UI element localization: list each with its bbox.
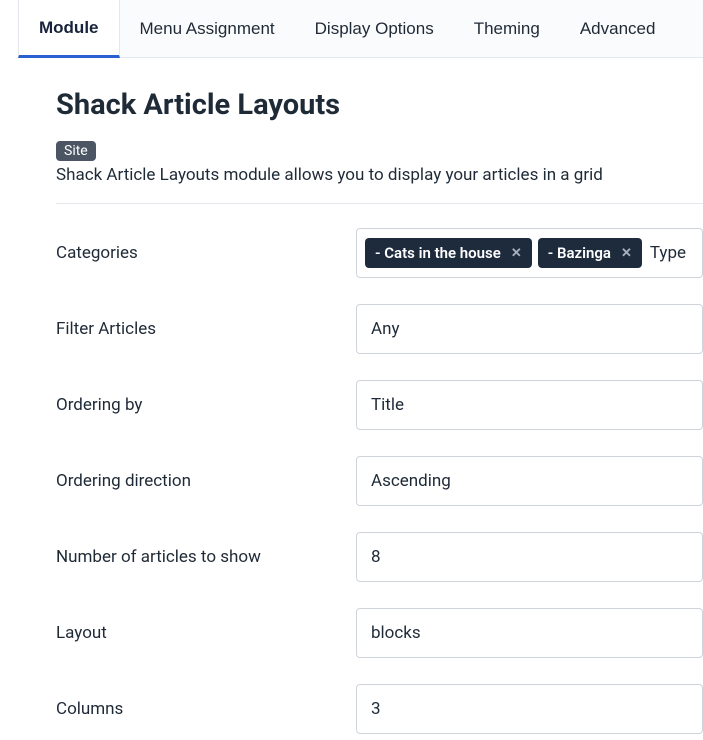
filter-articles-select[interactable]: Any	[356, 304, 703, 354]
ordering-by-select[interactable]: Title	[356, 380, 703, 430]
category-tag: - Cats in the house ✕	[365, 238, 532, 268]
layout-select[interactable]: blocks	[356, 608, 703, 658]
tab-theming[interactable]: Theming	[454, 0, 560, 57]
module-content: Shack Article Layouts Site Shack Article…	[18, 58, 703, 734]
field-row-num-articles: Number of articles to show 8	[56, 532, 703, 582]
close-icon[interactable]: ✕	[511, 246, 522, 261]
columns-select[interactable]: 3	[356, 684, 703, 734]
field-row-filter-articles: Filter Articles Any	[56, 304, 703, 354]
field-label-categories: Categories	[56, 243, 356, 263]
category-tag: - Bazinga ✕	[538, 238, 642, 268]
tab-advanced[interactable]: Advanced	[560, 0, 676, 57]
page-title: Shack Article Layouts	[56, 88, 703, 122]
tab-menu-assignment[interactable]: Menu Assignment	[120, 0, 295, 57]
field-label-filter-articles: Filter Articles	[56, 319, 356, 339]
field-label-columns: Columns	[56, 699, 356, 719]
tab-display-options[interactable]: Display Options	[295, 0, 454, 57]
field-label-ordering-by: Ordering by	[56, 395, 356, 415]
categories-input-placeholder[interactable]: Type	[648, 243, 686, 263]
categories-select[interactable]: - Cats in the house ✕ - Bazinga ✕ Type	[356, 228, 703, 278]
tab-bar: Module Menu Assignment Display Options T…	[18, 0, 703, 58]
field-label-ordering-direction: Ordering direction	[56, 471, 356, 491]
close-icon[interactable]: ✕	[621, 246, 632, 261]
field-row-layout: Layout blocks	[56, 608, 703, 658]
module-description: Shack Article Layouts module allows you …	[56, 165, 703, 185]
field-label-layout: Layout	[56, 623, 356, 643]
field-row-categories: Categories - Cats in the house ✕ - Bazin…	[56, 228, 703, 278]
field-row-ordering-by: Ordering by Title	[56, 380, 703, 430]
divider	[56, 203, 703, 204]
num-articles-input[interactable]: 8	[356, 532, 703, 582]
field-label-num-articles: Number of articles to show	[56, 547, 356, 567]
field-row-columns: Columns 3	[56, 684, 703, 734]
category-tag-label: - Cats in the house	[375, 244, 501, 262]
field-row-ordering-direction: Ordering direction Ascending	[56, 456, 703, 506]
category-tag-label: - Bazinga	[548, 244, 611, 262]
tab-module[interactable]: Module	[18, 0, 120, 58]
site-badge: Site	[56, 141, 96, 161]
ordering-direction-select[interactable]: Ascending	[356, 456, 703, 506]
